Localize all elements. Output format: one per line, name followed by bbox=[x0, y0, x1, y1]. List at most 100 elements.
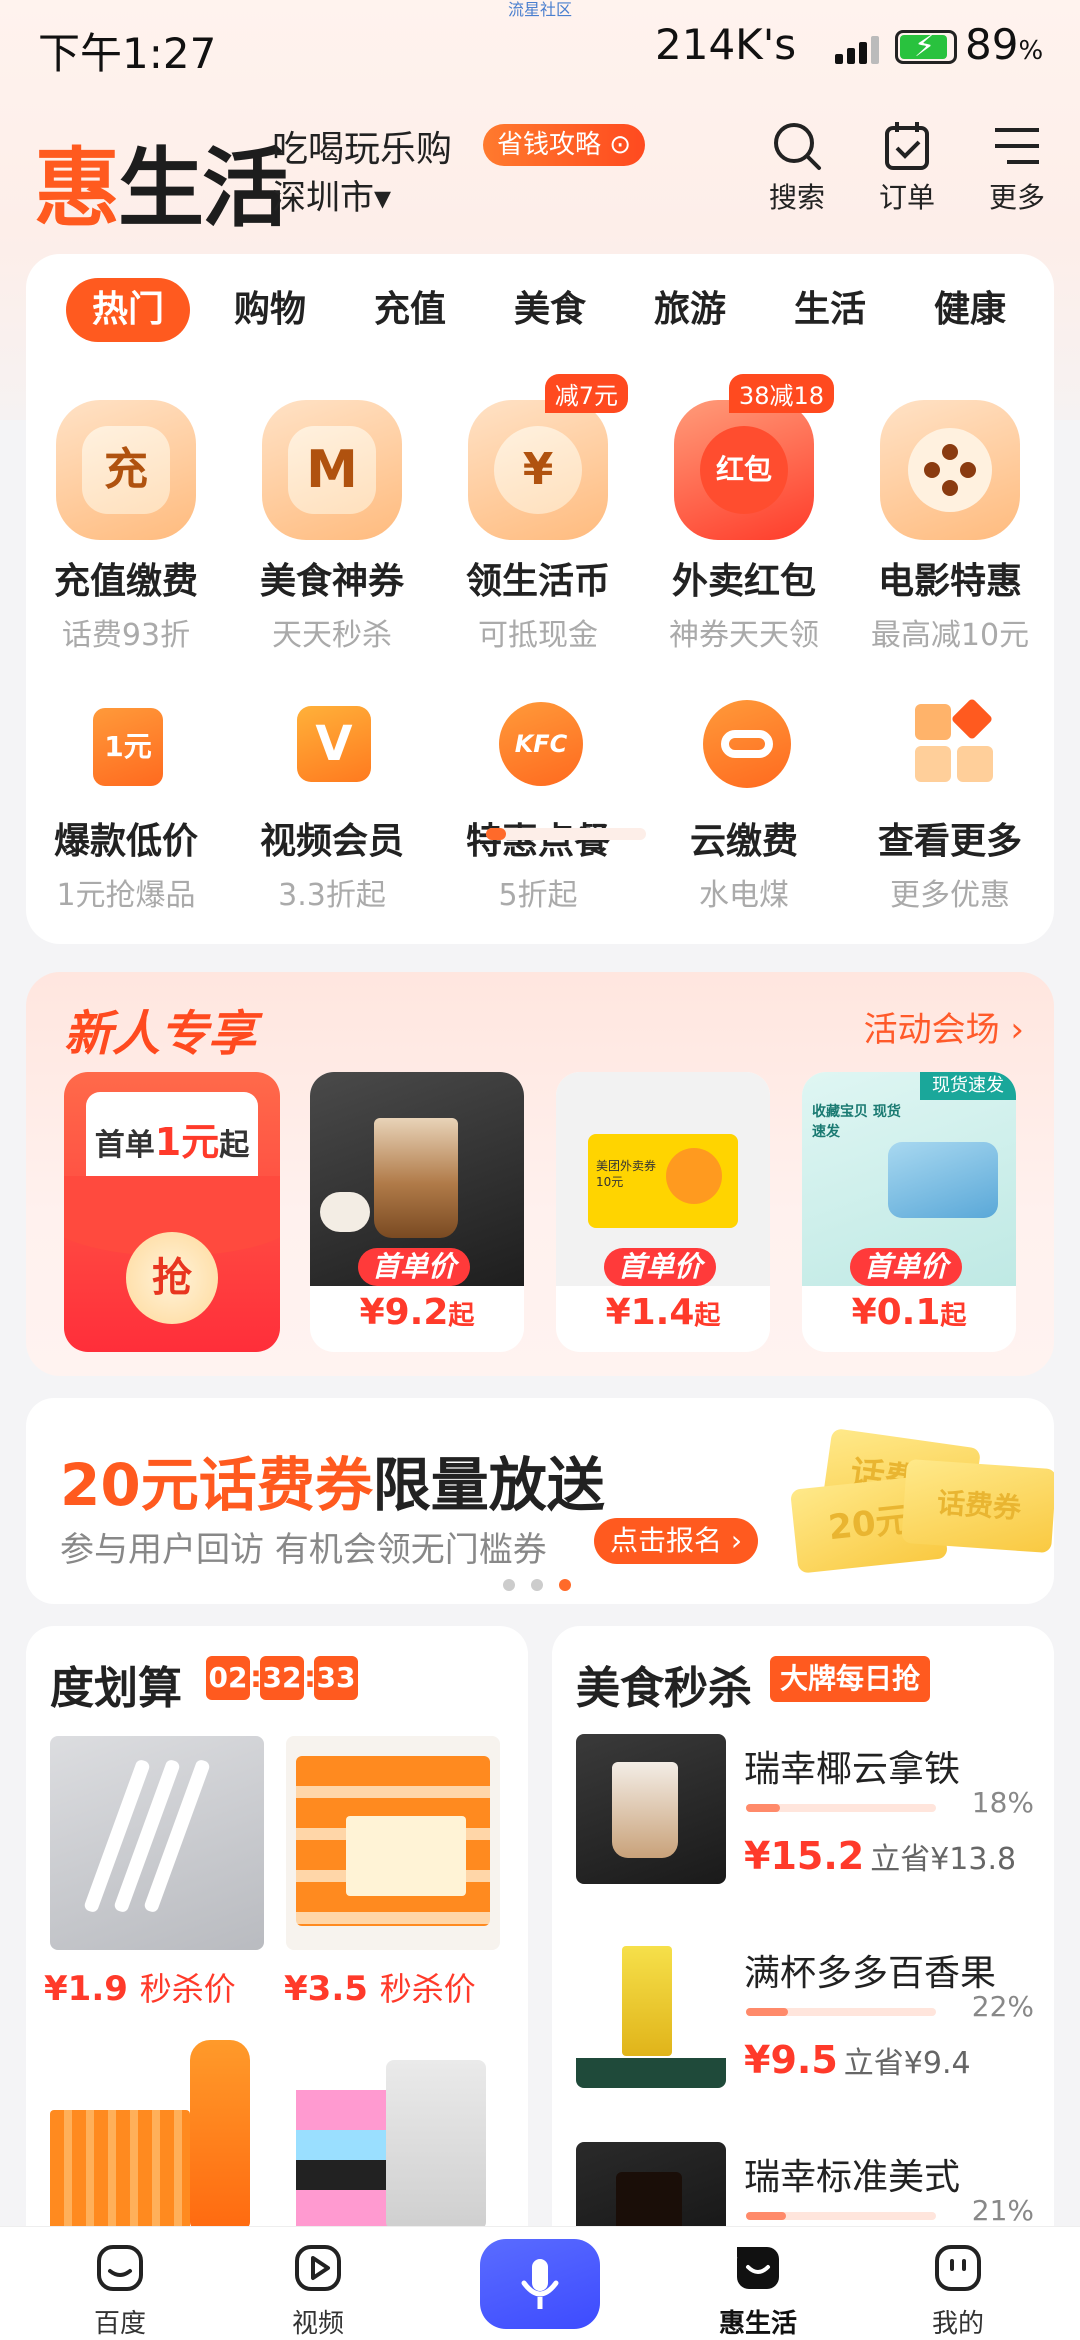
food-thumb bbox=[576, 1938, 726, 2088]
tab-recharge[interactable]: 充值 bbox=[350, 278, 470, 342]
status-time: 下午1:27 bbox=[38, 29, 217, 78]
film-reel-icon bbox=[880, 400, 1020, 540]
nav-video[interactable]: 视频 bbox=[258, 2241, 378, 2340]
sold-progress bbox=[746, 2008, 936, 2016]
flash-deal-card: 度划算 02:32:33 ¥1.9 秒杀价 ¥3.5 秒杀价 bbox=[26, 1626, 528, 2326]
tab-food[interactable]: 美食 bbox=[490, 278, 610, 342]
grid-movie[interactable]: 电影特惠 最高减10元 bbox=[860, 400, 1040, 654]
food-flash-sale-card: 美食秒杀 大牌每日抢 瑞幸椰云拿铁 18% ¥15.2 立省¥13.8 满杯多多百… bbox=[552, 1626, 1054, 2326]
save-guide-button[interactable]: 省钱攻略 ⊙ bbox=[483, 124, 646, 166]
bottom-nav: 百度 视频 惠生活 我的 bbox=[0, 2226, 1080, 2340]
yuan-coin-icon: ¥ 减7元 bbox=[468, 374, 628, 540]
discount-badge: 38减18 bbox=[728, 374, 834, 413]
trash-bags-image[interactable] bbox=[286, 2030, 500, 2244]
voice-search-button[interactable] bbox=[480, 2239, 600, 2329]
tab-shopping[interactable]: 购物 bbox=[210, 278, 330, 342]
category-tabs: 热门 购物 充值 美食 旅游 生活 健康 bbox=[66, 278, 1046, 342]
tab-life[interactable]: 生活 bbox=[770, 278, 890, 342]
pens-image[interactable] bbox=[50, 1736, 264, 1950]
orange-soda-image[interactable] bbox=[50, 2030, 264, 2244]
tab-hot[interactable]: 热门 bbox=[66, 278, 190, 342]
food-price: ¥9.5 立省¥9.4 bbox=[744, 2038, 971, 2082]
event-venue-link[interactable]: 活动会场 › bbox=[864, 1002, 1024, 1051]
red-packet-icon: 红包 38减18 bbox=[674, 374, 834, 540]
city-selector[interactable]: 深圳市▾ bbox=[272, 170, 391, 219]
order-button[interactable]: 订单 bbox=[862, 118, 952, 216]
baidu-icon bbox=[97, 2245, 143, 2291]
status-tag: 流星社区 bbox=[508, 0, 573, 19]
product-card-coupon[interactable]: 美团外卖券10元 首单价 ¥1.4起 bbox=[556, 1072, 770, 1352]
grid-recharge[interactable]: 充 充值缴费 话费93折 bbox=[36, 400, 216, 654]
food-price: ¥15.2 立省¥13.8 bbox=[744, 1834, 1017, 1878]
product-card-coffee[interactable]: 首单价 ¥9.2起 bbox=[310, 1072, 524, 1352]
deal-price: ¥3.5 秒杀价 bbox=[284, 1969, 476, 2009]
coupon-ticket-icon: 话费券 bbox=[901, 1458, 1054, 1554]
slogan: 吃喝玩乐购 bbox=[272, 129, 453, 170]
food-item[interactable]: 瑞幸椰云拿铁 18% ¥15.2 立省¥13.8 bbox=[576, 1734, 1046, 1894]
brand-daily-tag: 大牌每日抢 bbox=[770, 1656, 931, 1702]
product-price: ¥0.1起 bbox=[851, 1292, 967, 1333]
food-item[interactable]: 满杯多多百香果 22% ¥9.5 立省¥9.4 bbox=[576, 1938, 1046, 2098]
battery-percent: 89% bbox=[965, 20, 1044, 69]
nav-baidu[interactable]: 百度 bbox=[60, 2241, 180, 2340]
kfc-icon: KFC bbox=[483, 700, 593, 800]
status-bar: 流星社区 下午1:27 214K's ⚡ 89% bbox=[0, 0, 1080, 100]
search-icon bbox=[774, 123, 821, 170]
grid-life-coin[interactable]: ¥ 减7元 领生活币 可抵现金 bbox=[448, 374, 628, 654]
mic-icon bbox=[521, 2259, 559, 2309]
page-indicator bbox=[486, 828, 646, 840]
nav-huishenghuo[interactable]: 惠生活 bbox=[698, 2241, 818, 2340]
deal-price: ¥1.9 秒杀价 bbox=[44, 1969, 236, 2009]
food-title: 美食秒杀 bbox=[576, 1663, 752, 1714]
video-vip-icon: V bbox=[277, 700, 387, 800]
recharge-icon: 充 bbox=[56, 400, 196, 540]
banner-subtitle: 参与用户回访 有机会领无门槛券 bbox=[60, 1530, 547, 1570]
order-icon bbox=[885, 122, 929, 170]
huishenghuo-icon bbox=[737, 2247, 779, 2289]
first-order-price-tag: 首单价 bbox=[604, 1248, 717, 1286]
menu-icon bbox=[995, 128, 1039, 164]
video-icon bbox=[295, 2245, 341, 2291]
more-button[interactable]: 更多 bbox=[972, 118, 1062, 216]
discount-badge: 减7元 bbox=[544, 374, 628, 413]
food-thumb bbox=[576, 1734, 726, 1884]
nav-profile[interactable]: 我的 bbox=[898, 2241, 1018, 2340]
signal-icon bbox=[835, 34, 885, 64]
grab-button[interactable]: 抢 bbox=[126, 1232, 218, 1324]
section-title: 新人专享 bbox=[64, 1006, 257, 1062]
grid-takeout-packet[interactable]: 红包 38减18 外卖红包 神券天天领 bbox=[654, 374, 834, 654]
banner-indicator bbox=[503, 1576, 587, 1595]
product-card-mask[interactable]: 现货速发 收藏宝贝 现货速发 首单价 ¥0.1起 bbox=[802, 1072, 1016, 1352]
signup-button[interactable]: 点击报名 › bbox=[594, 1518, 759, 1564]
grid-food-coupon[interactable]: M 美食神券 天天秒杀 bbox=[242, 400, 422, 654]
grid-kfc[interactable]: KFC 特惠点餐 5折起 bbox=[448, 700, 628, 914]
category-card: 热门 购物 充值 美食 旅游 生活 健康 充 充值缴费 话费93折 M 美食神券… bbox=[26, 254, 1054, 944]
app-logo: 惠生活 bbox=[34, 139, 288, 239]
phone-coupon-banner[interactable]: 20元话费券限量放送 参与用户回访 有机会领无门槛券 点击报名 › 话费券 20… bbox=[26, 1398, 1054, 1604]
grid-more-icon bbox=[895, 697, 1005, 800]
cloud-pay-icon bbox=[689, 700, 799, 800]
network-speed: 214K's bbox=[655, 20, 797, 69]
tab-health[interactable]: 健康 bbox=[910, 278, 1030, 342]
sold-progress bbox=[746, 2212, 936, 2220]
tab-travel[interactable]: 旅游 bbox=[630, 278, 750, 342]
grid-see-more[interactable]: 查看更多 更多优惠 bbox=[860, 697, 1040, 914]
product-price: ¥1.4起 bbox=[605, 1292, 721, 1333]
grid-cloud-pay[interactable]: 云缴费 水电煤 bbox=[654, 700, 834, 914]
sold-progress bbox=[746, 1804, 936, 1812]
grid-low-price[interactable]: 1元 爆款低价 1元抢爆品 bbox=[36, 700, 216, 914]
deal-title: 度划算 bbox=[50, 1663, 182, 1714]
mcdonalds-icon: M bbox=[262, 400, 402, 540]
one-yuan-icon: 1元 bbox=[71, 700, 181, 800]
product-price: ¥9.2起 bbox=[359, 1292, 475, 1333]
new-user-section: 新人专享 活动会场 › 首单1元起 抢 首单价 ¥9.2起 美团外卖券10元 首… bbox=[26, 972, 1054, 1376]
countdown-timer: 02:32:33 bbox=[206, 1656, 358, 1700]
banner-headline: 20元话费券限量放送 bbox=[60, 1451, 605, 1519]
search-button[interactable]: 搜索 bbox=[752, 118, 842, 216]
grid-video-vip[interactable]: V 视频会员 3.3折起 bbox=[242, 700, 422, 914]
profile-icon bbox=[935, 2245, 981, 2291]
first-order-red-packet[interactable]: 首单1元起 抢 bbox=[64, 1072, 280, 1352]
first-order-price-tag: 首单价 bbox=[358, 1248, 471, 1286]
first-order-price-tag: 首单价 bbox=[850, 1248, 963, 1286]
tissue-image[interactable] bbox=[286, 1736, 500, 1950]
